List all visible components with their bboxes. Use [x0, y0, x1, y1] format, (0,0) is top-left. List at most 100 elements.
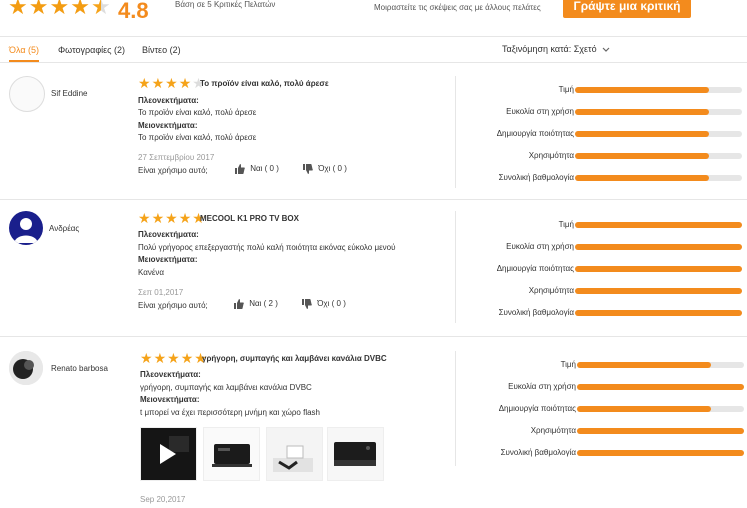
review-date: Σεπ 01,2017: [138, 288, 184, 297]
pros-text: Το προϊόν είναι καλό, πολύ άρεσε: [138, 108, 257, 117]
divider: [0, 62, 747, 63]
rating-row: Συνολική βαθμολογία: [457, 446, 747, 460]
rating-label: Ευκολία στη χρήση: [508, 382, 576, 391]
rating-bar-fill: [575, 87, 709, 93]
rating-label: Τιμή: [558, 85, 574, 94]
rating-bar: [577, 362, 744, 368]
review-stars: ★ ★ ★ ★ ★: [138, 211, 205, 225]
thumbs-up-icon: [234, 299, 244, 309]
review-title: γρήγορη, συμπαγής και λαμβάνει κανάλια D…: [202, 354, 387, 363]
rating-bar: [577, 406, 744, 412]
rating-row: Χρησιμότητα: [455, 284, 747, 298]
rating-bar: [577, 450, 744, 456]
rating-label: Χρησιμότητα: [528, 286, 574, 295]
reviewer-name: Sif Eddine: [51, 89, 88, 98]
star-half-icon: ★: [91, 0, 111, 18]
star-icon: ★: [153, 350, 167, 366]
write-review-button[interactable]: Γράψτε μια κριτική: [563, 0, 691, 18]
rating-bar: [577, 428, 744, 434]
rating-row: Δημιουργία ποιότητας: [457, 402, 747, 416]
rating-label: Δημιουργία ποιότητας: [496, 264, 574, 273]
divider: [0, 336, 747, 337]
rating-label: Συνολική βαθμολογία: [500, 448, 576, 457]
rating-bar: [577, 384, 744, 390]
star-icon: ★: [165, 75, 178, 91]
rating-bar-fill: [575, 175, 709, 181]
rating-label: Χρησιμότητα: [530, 426, 576, 435]
based-on-text: Βάση σε 5 Κριτικές Πελατών: [175, 0, 276, 9]
helpful-yes-label: Ναι ( 0 ): [250, 164, 279, 174]
pros-label: Πλεονεκτήματα:: [140, 370, 201, 379]
rating-bar-fill: [577, 362, 711, 368]
rating-bar-fill: [575, 153, 709, 159]
pros-text: γρήγορη, συμπαγής και λαμβάνει κανάλια D…: [140, 383, 312, 392]
star-icon: ★: [138, 75, 151, 91]
rating-bar-fill: [577, 428, 744, 434]
rating-breakdown: Τιμή Ευκολία στη χρήση Δημιουργία ποιότη…: [457, 358, 747, 458]
pros-label: Πλεονεκτήματα:: [138, 230, 199, 239]
rating-bar: [575, 310, 742, 316]
user-silhouette-icon: [14, 218, 38, 243]
helpful-yes-button[interactable]: Ναι ( 2 ): [234, 299, 278, 309]
average-rating: 4.8: [118, 0, 149, 23]
cons-label: Μειονεκτήματα:: [140, 395, 200, 404]
cons-label: Μειονεκτήματα:: [138, 255, 198, 264]
rating-bar: [575, 244, 742, 250]
helpful-yes-button[interactable]: Ναι ( 0 ): [235, 164, 279, 174]
rating-row: Τιμή: [455, 83, 747, 97]
rating-row: Δημιουργία ποιότητας: [455, 127, 747, 141]
rating-bar: [575, 288, 742, 294]
thumbs-up-icon: [235, 164, 245, 174]
sort-dropdown[interactable]: Ταξινόμηση κατά: Σχετό: [502, 44, 610, 54]
rating-label: Ευκολία στη χρήση: [506, 242, 574, 251]
rating-row: Ευκολία στη χρήση: [455, 105, 747, 119]
review-date: 27 Σεπτεμβρίου 2017: [138, 153, 215, 162]
helpful-no-label: Όχι ( 0 ): [317, 299, 346, 309]
product-photo: [204, 428, 259, 480]
star-icon: ★: [49, 0, 70, 19]
star-icon: ★: [178, 210, 192, 226]
avatar: [9, 76, 45, 112]
tab-video[interactable]: Βίντεο (2): [142, 45, 181, 55]
review-title: Το προϊόν είναι καλό, πολύ άρεσε: [200, 79, 329, 88]
star-icon: ★: [70, 0, 90, 19]
review-video-thumbnail[interactable]: [140, 427, 197, 481]
rating-row: Χρησιμότητα: [457, 424, 747, 438]
product-photo: [328, 428, 383, 480]
cons-text: Κανένα: [138, 268, 165, 277]
star-icon: ★: [140, 350, 153, 366]
rating-bar: [575, 175, 742, 181]
tab-photos[interactable]: Φωτογραφίες (2): [58, 45, 125, 55]
rating-bar: [575, 87, 742, 93]
helpful-no-button[interactable]: Όχι ( 0 ): [303, 164, 347, 174]
thumbs-down-icon: [303, 164, 313, 174]
share-text: Μοιραστείτε τις σκέψεις σας με άλλους πε…: [374, 3, 541, 12]
user-photo-icon: [9, 351, 43, 385]
tab-all[interactable]: Όλα (5): [9, 45, 39, 55]
rating-bar-fill: [575, 222, 742, 228]
divider: [0, 36, 747, 37]
product-photo: [267, 428, 322, 480]
reviewer-name: Ανδρέας: [49, 224, 80, 233]
cons-text: Το προϊόν είναι καλό, πολύ άρεσε: [138, 133, 257, 142]
rating-label: Συνολική βαθμολογία: [498, 308, 574, 317]
star-icon: ★: [180, 350, 194, 366]
star-icon: ★: [138, 210, 151, 226]
helpful-no-button[interactable]: Όχι ( 0 ): [302, 299, 346, 309]
review-stars: ★ ★ ★ ★ ★: [140, 351, 207, 365]
pros-text: Πολύ γρήγορος επεξεργαστής πολύ καλή ποι…: [138, 243, 396, 252]
star-icon: ★: [151, 210, 165, 226]
average-stars: ★ ★ ★ ★ ★: [8, 0, 111, 18]
review-photo-thumbnail[interactable]: [203, 427, 260, 481]
sort-label: Ταξινόμηση κατά: Σχετό: [502, 44, 597, 54]
rating-row: Ευκολία στη χρήση: [457, 380, 747, 394]
rating-row: Τιμή: [455, 218, 747, 232]
rating-bar-fill: [577, 450, 744, 456]
divider: [455, 351, 456, 466]
avatar: [9, 211, 43, 245]
review-photo-thumbnail[interactable]: [327, 427, 384, 481]
rating-row: Συνολική βαθμολογία: [455, 171, 747, 185]
review-title: MECOOL K1 PRO TV BOX: [200, 214, 299, 223]
review-photo-thumbnail[interactable]: [266, 427, 323, 481]
rating-row: Τιμή: [457, 358, 747, 372]
